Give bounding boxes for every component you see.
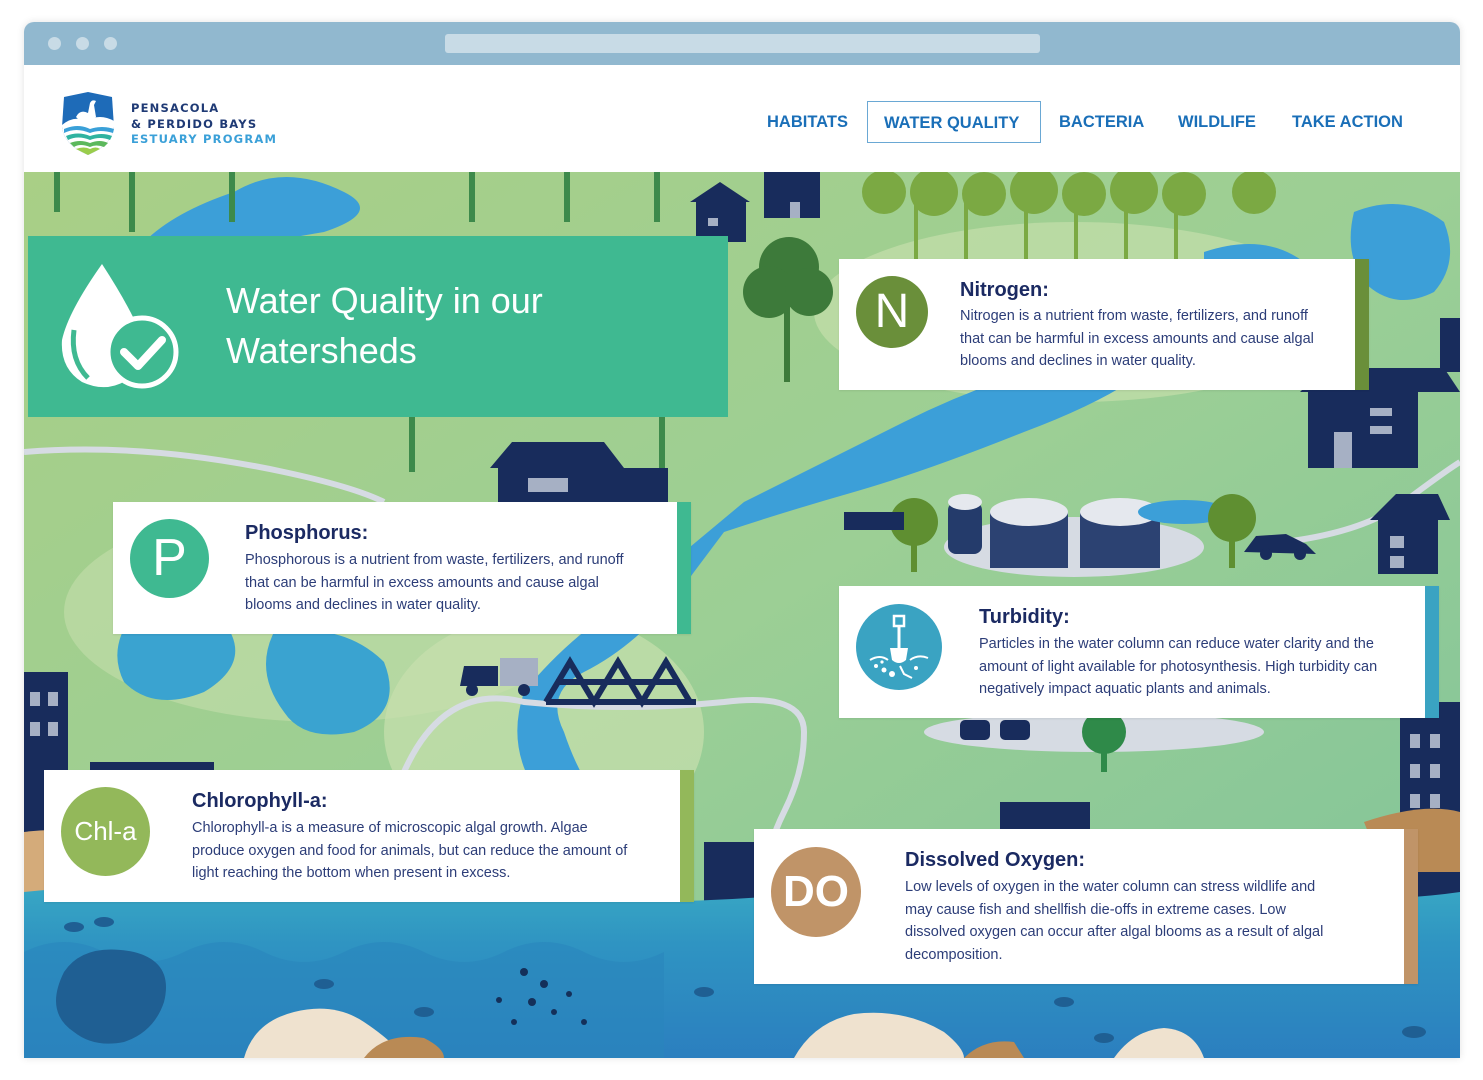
shovel-soil-icon — [869, 614, 929, 679]
dissolved-oxygen-badge: DO — [771, 847, 861, 937]
address-bar[interactable] — [445, 34, 1040, 53]
phosphorus-description: Phosphorous is a nutrient from waste, fe… — [245, 552, 624, 614]
browser-window: PENSACOLA & PERDIDO BAYS ESTUARY PROGRAM… — [24, 22, 1460, 1058]
card-accent — [680, 770, 694, 902]
turbidity-description: Particles in the water column can reduce… — [979, 636, 1378, 698]
page-title: Water Quality in our Watersheds — [226, 276, 706, 376]
chlorophyll-description: Chlorophyll-a is a measure of microscopi… — [192, 820, 628, 882]
chlorophyll-card[interactable]: Chl-a Chlorophyll-a: Chlorophyll-a is a … — [44, 770, 694, 902]
nitrogen-badge: N — [856, 276, 928, 348]
hero-banner: Water Quality in our Watersheds — [28, 236, 728, 417]
nav-bacteria[interactable]: BACTERIA — [1059, 101, 1144, 143]
turbidity-card[interactable]: Turbidity: Particles in the water column… — [839, 586, 1439, 718]
window-dot[interactable] — [48, 37, 61, 50]
turbidity-title: Turbidity: — [979, 606, 1070, 628]
chlorophyll-badge: Chl-a — [61, 787, 150, 876]
pelican-shield-icon[interactable] — [60, 91, 116, 157]
card-accent — [677, 502, 691, 634]
nitrogen-description: Nitrogen is a nutrient from waste, ferti… — [960, 308, 1314, 370]
dissolved-oxygen-card[interactable]: DO Dissolved Oxygen: Low levels of oxyge… — [754, 829, 1418, 984]
window-dot[interactable] — [76, 37, 89, 50]
card-accent — [1355, 259, 1369, 390]
turbidity-badge — [856, 604, 942, 690]
phosphorus-title: Phosphorus: — [245, 522, 369, 544]
dissolved-oxygen-title: Dissolved Oxygen: — [905, 849, 1086, 871]
brand-line-3: ESTUARY PROGRAM — [131, 132, 278, 146]
brand-line-2: & PERDIDO BAYS — [131, 116, 258, 131]
chlorophyll-title: Chlorophyll-a: — [192, 790, 328, 812]
nitrogen-title: Nitrogen: — [960, 279, 1049, 301]
card-accent — [1425, 586, 1439, 718]
brand-name[interactable]: PENSACOLA & PERDIDO BAYS ESTUARY PROGRAM — [131, 101, 277, 148]
page-title-line-2: Watersheds — [226, 330, 417, 371]
water-drop-check-icon — [58, 260, 182, 390]
nav-take-action[interactable]: TAKE ACTION — [1292, 101, 1403, 143]
nav-habitats[interactable]: HABITATS — [767, 101, 848, 143]
browser-chrome — [24, 22, 1460, 65]
watershed-illustration: Water Quality in our Watersheds N Nitrog… — [24, 172, 1460, 1058]
nav-water-quality[interactable]: WATER QUALITY — [867, 101, 1041, 143]
nitrogen-card[interactable]: N Nitrogen: Nitrogen is a nutrient from … — [839, 259, 1369, 390]
site-header: PENSACOLA & PERDIDO BAYS ESTUARY PROGRAM… — [24, 65, 1460, 172]
window-dot[interactable] — [104, 37, 117, 50]
phosphorus-card[interactable]: P Phosphorus: Phosphorous is a nutrient … — [113, 502, 691, 634]
card-accent — [1404, 829, 1418, 984]
dissolved-oxygen-description: Low levels of oxygen in the water column… — [905, 879, 1324, 964]
nav-wildlife[interactable]: WILDLIFE — [1178, 101, 1256, 143]
page-title-line-1: Water Quality in our — [226, 280, 543, 321]
brand-line-1: PENSACOLA — [131, 101, 220, 115]
phosphorus-badge: P — [130, 519, 209, 598]
